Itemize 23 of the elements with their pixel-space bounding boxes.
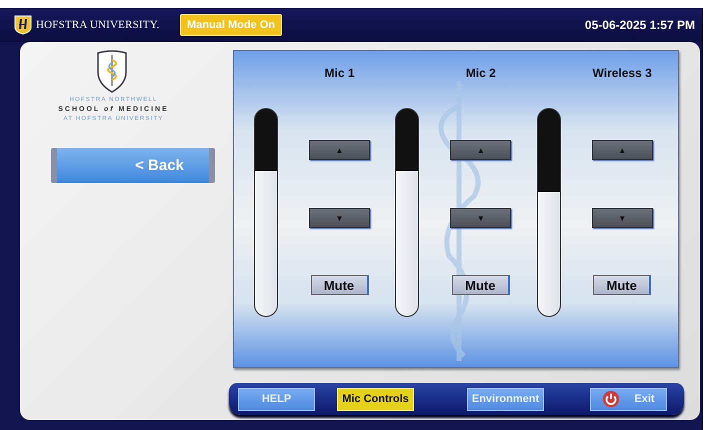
nav-tab[interactable]: Exit: [590, 388, 667, 410]
power-icon: [602, 390, 620, 408]
volume-up-button[interactable]: ▲: [592, 140, 653, 160]
nav-tab[interactable]: Mic Controls: [337, 388, 414, 410]
volume-down-button[interactable]: ▼: [592, 208, 653, 228]
shield-logo-icon: [14, 15, 32, 35]
university-name: HOFSTRA UNIVERSITY.: [36, 19, 160, 31]
volume-up-button[interactable]: ▲: [309, 140, 370, 160]
date-time: 05-06-2025 1:57 PM: [584, 18, 695, 32]
crest-logo-icon: [96, 50, 128, 94]
mute-button[interactable]: Mute: [310, 275, 368, 295]
mute-button[interactable]: Mute: [452, 275, 510, 295]
volume-down-button[interactable]: ▼: [309, 208, 370, 228]
nav-tab[interactable]: Environment: [467, 388, 544, 410]
channel-name: Mic 2: [466, 66, 496, 82]
channel-name: Mic 1: [324, 66, 354, 82]
channel-name: Wireless 3: [592, 66, 652, 82]
volume-down-button[interactable]: ▼: [450, 208, 512, 228]
back-button[interactable]: < Back: [50, 148, 214, 183]
nav-tab[interactable]: HELP: [238, 388, 315, 410]
mute-button[interactable]: Mute: [593, 275, 652, 295]
manual-mode-badge: Manual Mode On: [180, 14, 282, 36]
volume-up-button[interactable]: ▲: [450, 140, 512, 160]
